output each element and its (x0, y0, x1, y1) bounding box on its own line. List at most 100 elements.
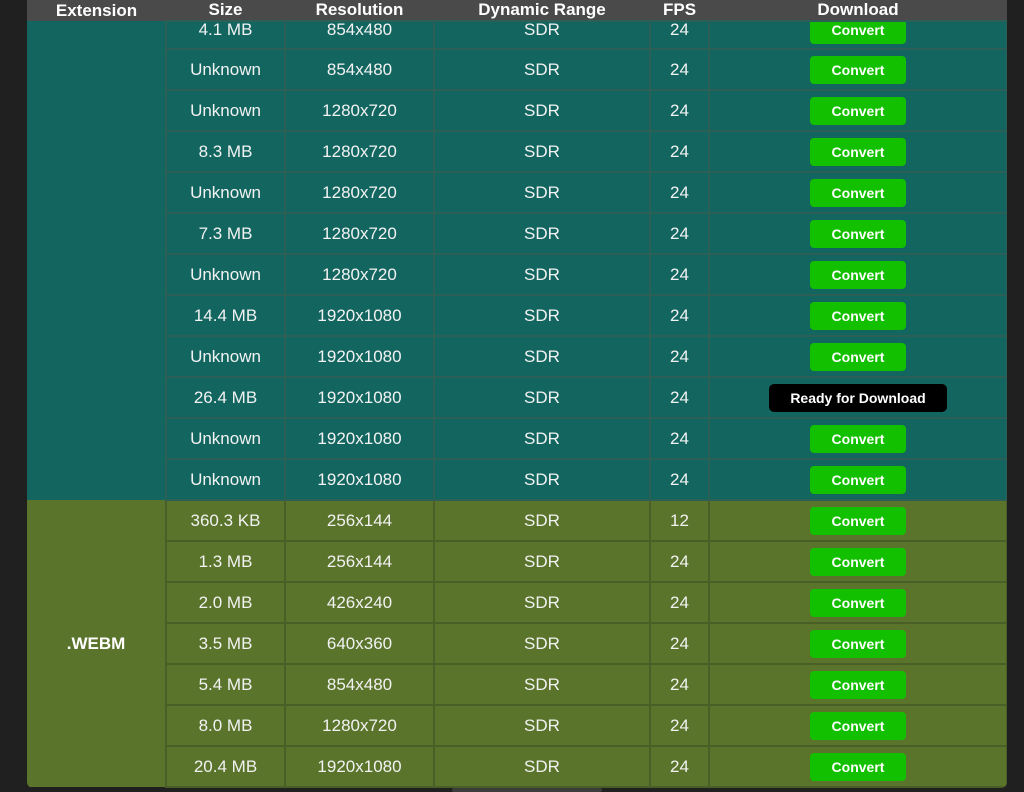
convert-button[interactable]: Convert (810, 178, 906, 207)
fps-cell: 24 (649, 89, 710, 132)
download-cell: Convert (708, 20, 1007, 50)
fps-cell: 24 (649, 335, 710, 378)
horizontal-scrollbar[interactable] (452, 788, 602, 792)
table-row: Unknown 1280x720 SDR 24 Convert (27, 253, 1007, 296)
header-download: Download (817, 0, 899, 19)
fps-cell: 24 (649, 212, 710, 255)
size-cell: Unknown (165, 253, 286, 296)
table-row: 26.4 MB 1920x1080 SDR 24 Ready for Download (27, 376, 1007, 419)
convert-button[interactable]: Convert (810, 506, 906, 535)
resolution-cell: 640x360 (284, 622, 435, 665)
size-cell: 2.0 MB (165, 581, 286, 624)
resolution-cell: 1280x720 (284, 704, 435, 747)
convert-button[interactable]: Convert (810, 711, 906, 740)
download-cell: Convert (708, 704, 1007, 747)
dynamic-range-cell: SDR (433, 499, 651, 542)
header-extension: Extension (55, 1, 138, 20)
resolution-cell: 1280x720 (284, 212, 435, 255)
convert-button[interactable]: Convert (810, 547, 906, 576)
convert-button[interactable]: Convert (810, 137, 906, 166)
table-row: 1.3 MB 256x144 SDR 24 Convert (27, 540, 1007, 583)
table-row: .WEBM 360.3 KB 256x144 SDR 12 Convert (27, 499, 1007, 787)
table-header: Extension Size Resolution Dynamic Range … (27, 0, 1007, 21)
header-fps: FPS (662, 0, 697, 19)
download-cell: Convert (708, 745, 1007, 788)
download-cell: Convert (708, 335, 1007, 378)
dynamic-range-cell: SDR (433, 20, 651, 50)
fps-cell: 24 (649, 253, 710, 296)
size-cell: Unknown (165, 171, 286, 214)
convert-button[interactable]: Convert (810, 55, 906, 84)
dynamic-range-cell: SDR (433, 417, 651, 460)
table-row: 20.4 MB 1920x1080 SDR 24 Convert (27, 745, 1007, 788)
formats-table: Extension Size Resolution Dynamic Range … (27, 0, 1007, 788)
size-cell: Unknown (165, 335, 286, 378)
size-cell: 8.0 MB (165, 704, 286, 747)
size-cell: 7.3 MB (165, 212, 286, 255)
resolution-cell: 1920x1080 (284, 294, 435, 337)
ready-for-download-button[interactable]: Ready for Download (769, 383, 947, 412)
fps-cell: 24 (649, 294, 710, 337)
fps-cell: 24 (649, 20, 710, 50)
dynamic-range-cell: SDR (433, 294, 651, 337)
convert-button[interactable]: Convert (810, 588, 906, 617)
dynamic-range-cell: SDR (433, 622, 651, 665)
formats-table-container[interactable]: Extension Size Resolution Dynamic Range … (27, 0, 1007, 788)
convert-button[interactable]: Convert (810, 219, 906, 248)
convert-button[interactable]: Convert (810, 342, 906, 371)
size-cell: 8.3 MB (165, 130, 286, 173)
fps-cell: 24 (649, 745, 710, 788)
fps-cell: 24 (649, 458, 710, 501)
convert-button[interactable]: Convert (810, 752, 906, 781)
resolution-cell: 1280x720 (284, 130, 435, 173)
table-row: Unknown 1280x720 SDR 24 Convert (27, 89, 1007, 132)
convert-button[interactable]: Convert (810, 301, 906, 330)
size-cell: 3.5 MB (165, 622, 286, 665)
size-cell: Unknown (165, 417, 286, 460)
convert-button[interactable]: Convert (810, 96, 906, 125)
download-cell: Convert (708, 48, 1007, 91)
convert-button[interactable]: Convert (810, 629, 906, 658)
convert-button[interactable]: Convert (810, 670, 906, 699)
resolution-cell: 1920x1080 (284, 376, 435, 419)
download-cell: Convert (708, 417, 1007, 460)
size-cell: 1.3 MB (165, 540, 286, 583)
download-cell: Convert (708, 89, 1007, 132)
fps-cell: 24 (649, 540, 710, 583)
size-cell: Unknown (165, 458, 286, 501)
dynamic-range-cell: SDR (433, 704, 651, 747)
resolution-cell: 1920x1080 (284, 745, 435, 788)
convert-button[interactable]: Convert (810, 22, 906, 44)
download-cell: Ready for Download (708, 376, 1007, 419)
table-row: 5.4 MB 854x480 SDR 24 Convert (27, 663, 1007, 706)
convert-button[interactable]: Convert (810, 260, 906, 289)
dynamic-range-cell: SDR (433, 171, 651, 214)
webm-group: .WEBM 360.3 KB 256x144 SDR 12 Convert 1.3 MB 25… (27, 499, 1007, 788)
download-cell: Convert (708, 171, 1007, 214)
table-row: 4.1 MB 854x480 SDR 24 Convert (27, 20, 1007, 500)
convert-button[interactable]: Convert (810, 465, 906, 494)
dynamic-range-cell: SDR (433, 130, 651, 173)
download-cell: Convert (708, 294, 1007, 337)
table-row: Unknown 1280x720 SDR 24 Convert (27, 171, 1007, 214)
size-cell: 360.3 KB (165, 499, 286, 542)
download-cell: Convert (708, 622, 1007, 665)
header-dynamic-range: Dynamic Range (478, 0, 606, 19)
fps-cell: 24 (649, 171, 710, 214)
download-cell: Convert (708, 540, 1007, 583)
fps-cell: 24 (649, 417, 710, 460)
resolution-cell: 854x480 (284, 48, 435, 91)
table-row: Unknown 854x480 SDR 24 Convert (27, 48, 1007, 91)
table-row: 3.5 MB 640x360 SDR 24 Convert (27, 622, 1007, 665)
dynamic-range-cell: SDR (433, 253, 651, 296)
dynamic-range-cell: SDR (433, 663, 651, 706)
download-cell: Convert (708, 581, 1007, 624)
resolution-cell: 854x480 (284, 663, 435, 706)
dynamic-range-cell: SDR (433, 89, 651, 132)
fps-cell: 24 (649, 663, 710, 706)
dynamic-range-cell: SDR (433, 376, 651, 419)
size-cell: 14.4 MB (165, 294, 286, 337)
header-resolution: Resolution (315, 0, 404, 19)
extension-cell (27, 21, 166, 500)
convert-button[interactable]: Convert (810, 424, 906, 453)
